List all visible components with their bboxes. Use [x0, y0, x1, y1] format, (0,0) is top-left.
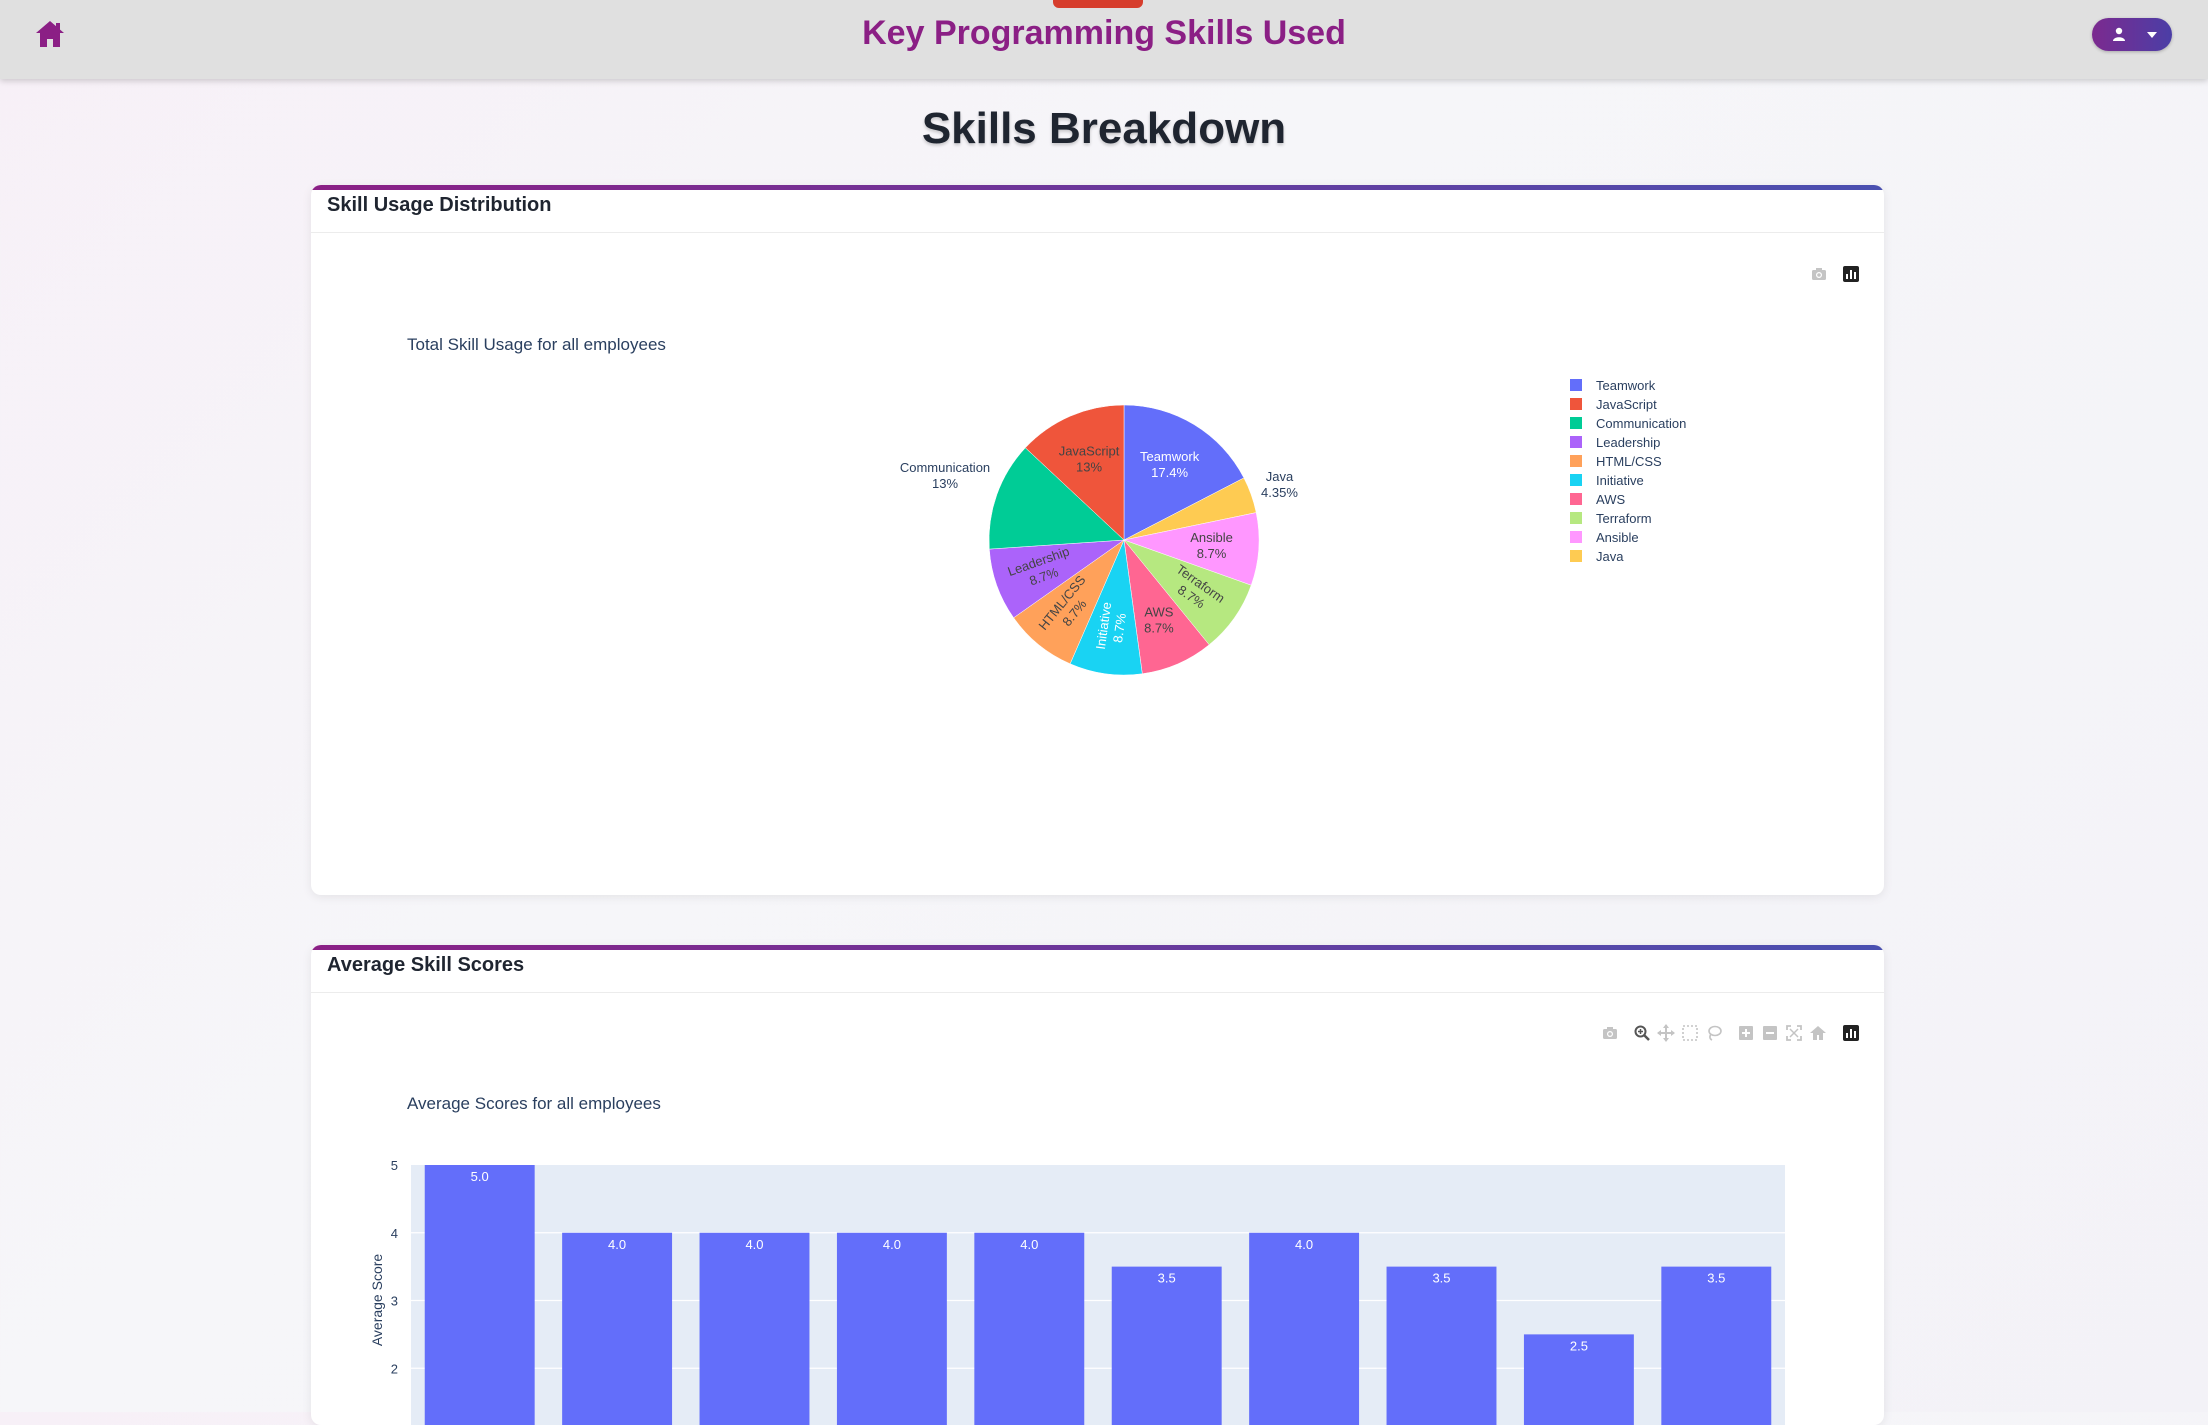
bar-teamwork[interactable] [1111, 1266, 1222, 1425]
bar-communication[interactable] [836, 1232, 947, 1425]
bar-html-css[interactable] [562, 1232, 673, 1425]
legend-label: Teamwork [1596, 378, 1656, 393]
skill-usage-card: Skill Usage Distribution Total Skill Usa… [311, 185, 1884, 895]
legend-item[interactable]: Ansible [1570, 530, 1639, 545]
legend-swatch [1570, 550, 1582, 562]
chart-title: Average Scores for all employees [407, 1094, 661, 1113]
nav-badge [1053, 0, 1143, 8]
legend-item[interactable]: Communication [1570, 416, 1686, 431]
legend-swatch [1570, 417, 1582, 429]
chevron-down-icon [2147, 32, 2157, 38]
pie-percent-label: 17.4% [1151, 465, 1188, 480]
bar-value-label: 4.0 [1020, 1237, 1038, 1252]
bar-chart: Average Scores for all employees 5.0 4.0 4… [369, 1094, 1785, 1425]
legend-item[interactable]: Initiative [1570, 473, 1644, 488]
navbar: Key Programming Skills Used [0, 0, 2208, 79]
legend-label: AWS [1596, 492, 1625, 507]
legend-label: Terraform [1596, 511, 1652, 526]
pie-chart: Total Skill Usage for all employees Team… [407, 335, 1686, 676]
pie-percent-label: 13% [1076, 460, 1102, 475]
legend-swatch [1570, 493, 1582, 505]
bar-leadership[interactable] [424, 1165, 535, 1425]
bar-value-label: 5.0 [471, 1169, 489, 1184]
y-tick-label: 5 [391, 1158, 398, 1173]
bar-value-label: 4.0 [608, 1237, 626, 1252]
bar-value-label: 4.0 [745, 1237, 763, 1252]
bar-initiative[interactable] [1249, 1232, 1360, 1425]
pie-label: Teamwork [1140, 449, 1200, 464]
user-menu-button[interactable] [2092, 18, 2172, 51]
legend-swatch [1570, 379, 1582, 391]
legend-label: Communication [1596, 416, 1686, 431]
user-icon [2113, 27, 2125, 41]
legend-label: Leadership [1596, 435, 1660, 450]
pie-percent-label: 8.7% [1144, 621, 1174, 636]
legend-swatch [1570, 474, 1582, 486]
legend-label: JavaScript [1596, 397, 1657, 412]
pie-label: Java [1266, 469, 1294, 484]
legend-item[interactable]: Terraform [1570, 511, 1652, 526]
legend-item[interactable]: Java [1570, 549, 1624, 564]
card-header: Average Skill Scores [311, 950, 1884, 993]
legend-item[interactable]: Leadership [1570, 435, 1660, 450]
bar-java[interactable] [974, 1232, 1085, 1425]
pie-label: Communication [900, 460, 990, 475]
pie-label: Ansible [1190, 530, 1233, 545]
legend-swatch [1570, 436, 1582, 448]
bar-value-label: 3.5 [1432, 1271, 1450, 1286]
bar-ansible[interactable] [1661, 1266, 1772, 1425]
bar-value-label: 2.5 [1570, 1338, 1588, 1353]
legend-item[interactable]: HTML/CSS [1570, 454, 1662, 469]
legend-item[interactable]: JavaScript [1570, 397, 1657, 412]
bar-aws[interactable] [1386, 1266, 1497, 1425]
legend-label: HTML/CSS [1596, 454, 1662, 469]
legend-item[interactable]: AWS [1570, 492, 1625, 507]
page-title: Skills Breakdown [921, 104, 1287, 153]
bar-value-label: 4.0 [1295, 1237, 1313, 1252]
legend-swatch [1570, 531, 1582, 543]
pie-percent-label: 13% [932, 476, 958, 491]
pie-percent-label: 4.35% [1261, 485, 1298, 500]
legend-item[interactable]: Teamwork [1570, 378, 1656, 393]
card-header: Skill Usage Distribution [311, 190, 1884, 233]
bar-value-label: 4.0 [883, 1237, 901, 1252]
pie-percent-label: 8.7% [1197, 546, 1227, 561]
legend-swatch [1570, 512, 1582, 524]
y-axis-label: Average Score [369, 1254, 385, 1347]
average-scores-card: Average Skill Scores Average Scores for … [311, 945, 1884, 1425]
y-tick-label: 2 [391, 1361, 398, 1376]
legend-label: Java [1596, 549, 1624, 564]
app-title: Key Programming Skills Used [862, 14, 1346, 52]
legend-label: Ansible [1596, 530, 1639, 545]
pie-label: JavaScript [1059, 444, 1120, 459]
y-tick-label: 4 [391, 1226, 398, 1241]
bar-value-label: 3.5 [1707, 1271, 1725, 1286]
y-tick-label: 3 [391, 1294, 398, 1309]
legend-swatch [1570, 398, 1582, 410]
legend-swatch [1570, 455, 1582, 467]
bar-javascript[interactable] [699, 1232, 810, 1425]
pie-label: AWS [1144, 605, 1173, 620]
chart-title: Total Skill Usage for all employees [407, 335, 666, 354]
legend-label: Initiative [1596, 473, 1644, 488]
bar-value-label: 3.5 [1158, 1271, 1176, 1286]
